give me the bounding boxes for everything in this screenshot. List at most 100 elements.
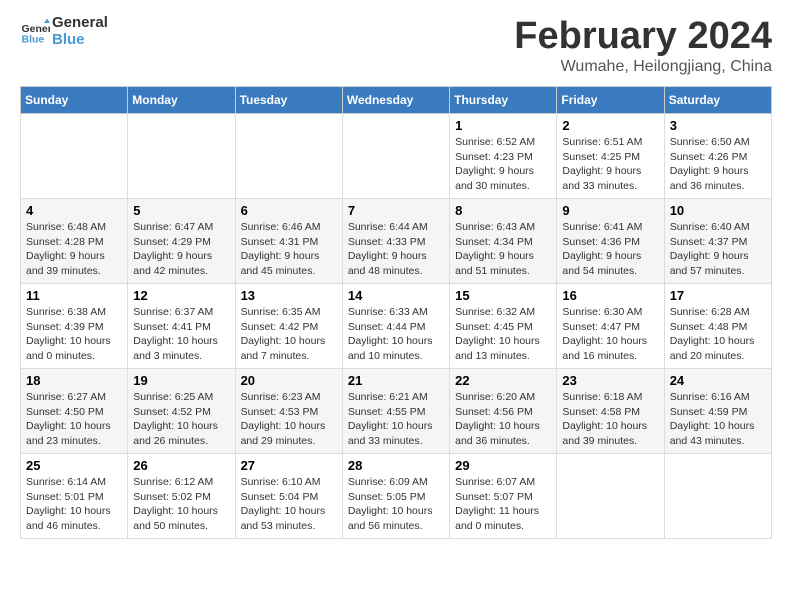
day-info: Sunrise: 6:37 AM Sunset: 4:41 PM Dayligh… [133,305,229,364]
day-number: 4 [26,203,122,218]
calendar-cell: 16Sunrise: 6:30 AM Sunset: 4:47 PM Dayli… [557,284,664,369]
logo-blue: Blue [52,32,108,49]
calendar-cell: 13Sunrise: 6:35 AM Sunset: 4:42 PM Dayli… [235,284,342,369]
calendar-cell: 3Sunrise: 6:50 AM Sunset: 4:26 PM Daylig… [664,114,771,199]
calendar-cell: 6Sunrise: 6:46 AM Sunset: 4:31 PM Daylig… [235,199,342,284]
day-number: 10 [670,203,766,218]
calendar-cell: 10 Sunrise: 6:40 AM Sunset: 4:37 PM Dayli… [664,199,771,284]
day-number: 1 [455,118,551,133]
day-info: Sunrise: 6:40 AM Sunset: 4:37 PM Dayligh… [670,220,766,279]
calendar-cell: 27 Sunrise: 6:10 AM Sunset: 5:04 PM Dayli… [235,454,342,539]
calendar-cell: 4 Sunrise: 6:48 AM Sunset: 4:28 PM Daylig… [21,199,128,284]
day-info: Sunrise: 6:30 AM Sunset: 4:47 PM Dayligh… [562,305,658,364]
day-number: 23 [562,373,658,388]
calendar-cell: 1 Sunrise: 6:52 AM Sunset: 4:23 PM Daylig… [450,114,557,199]
calendar-cell: 9Sunrise: 6:41 AM Sunset: 4:36 PM Daylig… [557,199,664,284]
day-info: Sunrise: 6:18 AM Sunset: 4:58 PM Dayligh… [562,390,658,449]
day-info: Sunrise: 6:21 AM Sunset: 4:55 PM Dayligh… [348,390,444,449]
day-info: Sunrise: 6:27 AM Sunset: 4:50 PM Dayligh… [26,390,122,449]
calendar-week-3: 11 Sunrise: 6:38 AM Sunset: 4:39 PM Dayli… [21,284,772,369]
day-info: Sunrise: 6:47 AM Sunset: 4:29 PM Dayligh… [133,220,229,279]
day-number: 24 [670,373,766,388]
day-info: Sunrise: 6:33 AM Sunset: 4:44 PM Dayligh… [348,305,444,364]
header-day-saturday: Saturday [664,87,771,114]
day-number: 25 [26,458,122,473]
calendar-cell [557,454,664,539]
calendar-cell: 14 Sunrise: 6:33 AM Sunset: 4:44 PM Dayli… [342,284,449,369]
day-number: 19 [133,373,229,388]
day-number: 2 [562,118,658,133]
day-number: 18 [26,373,122,388]
calendar-cell: 11 Sunrise: 6:38 AM Sunset: 4:39 PM Dayli… [21,284,128,369]
page: General Blue General Blue February 2024 … [0,0,792,554]
day-info: Sunrise: 6:12 AM Sunset: 5:02 PM Dayligh… [133,475,229,534]
day-number: 20 [241,373,337,388]
header-day-wednesday: Wednesday [342,87,449,114]
day-number: 9 [562,203,658,218]
calendar-cell: 24 Sunrise: 6:16 AM Sunset: 4:59 PM Dayli… [664,369,771,454]
day-number: 15 [455,288,551,303]
calendar-cell: 29Sunrise: 6:07 AM Sunset: 5:07 PM Dayli… [450,454,557,539]
day-number: 22 [455,373,551,388]
day-number: 7 [348,203,444,218]
day-info: Sunrise: 6:50 AM Sunset: 4:26 PM Dayligh… [670,135,766,194]
day-info: Sunrise: 6:20 AM Sunset: 4:56 PM Dayligh… [455,390,551,449]
calendar-cell [342,114,449,199]
calendar-cell: 19 Sunrise: 6:25 AM Sunset: 4:52 PM Dayli… [128,369,235,454]
day-number: 17 [670,288,766,303]
calendar-cell: 15 Sunrise: 6:32 AM Sunset: 4:45 PM Dayli… [450,284,557,369]
header-day-sunday: Sunday [21,87,128,114]
day-info: Sunrise: 6:09 AM Sunset: 5:05 PM Dayligh… [348,475,444,534]
day-info: Sunrise: 6:14 AM Sunset: 5:01 PM Dayligh… [26,475,122,534]
calendar-table: SundayMondayTuesdayWednesdayThursdayFrid… [20,86,772,539]
logo: General Blue General Blue [20,15,108,48]
calendar-cell [235,114,342,199]
header: General Blue General Blue February 2024 … [20,15,772,76]
calendar-cell: 28 Sunrise: 6:09 AM Sunset: 5:05 PM Dayli… [342,454,449,539]
day-info: Sunrise: 6:10 AM Sunset: 5:04 PM Dayligh… [241,475,337,534]
calendar-cell: 8 Sunrise: 6:43 AM Sunset: 4:34 PM Daylig… [450,199,557,284]
day-info: Sunrise: 6:48 AM Sunset: 4:28 PM Dayligh… [26,220,122,279]
calendar-cell: 17 Sunrise: 6:28 AM Sunset: 4:48 PM Dayli… [664,284,771,369]
day-number: 14 [348,288,444,303]
day-info: Sunrise: 6:38 AM Sunset: 4:39 PM Dayligh… [26,305,122,364]
calendar-cell: 23 Sunrise: 6:18 AM Sunset: 4:58 PM Dayli… [557,369,664,454]
day-number: 27 [241,458,337,473]
day-info: Sunrise: 6:35 AM Sunset: 4:42 PM Dayligh… [241,305,337,364]
day-number: 29 [455,458,551,473]
main-title: February 2024 [514,15,772,58]
day-info: Sunrise: 6:25 AM Sunset: 4:52 PM Dayligh… [133,390,229,449]
calendar-week-2: 4 Sunrise: 6:48 AM Sunset: 4:28 PM Daylig… [21,199,772,284]
title-block: February 2024 Wumahe, Heilongjiang, Chin… [514,15,772,76]
calendar-cell: 25 Sunrise: 6:14 AM Sunset: 5:01 PM Dayli… [21,454,128,539]
calendar-cell: 18 Sunrise: 6:27 AM Sunset: 4:50 PM Dayli… [21,369,128,454]
calendar-header-row: SundayMondayTuesdayWednesdayThursdayFrid… [21,87,772,114]
calendar-cell: 5Sunrise: 6:47 AM Sunset: 4:29 PM Daylig… [128,199,235,284]
day-info: Sunrise: 6:52 AM Sunset: 4:23 PM Dayligh… [455,135,551,194]
day-info: Sunrise: 6:44 AM Sunset: 4:33 PM Dayligh… [348,220,444,279]
calendar-cell: 7 Sunrise: 6:44 AM Sunset: 4:33 PM Daylig… [342,199,449,284]
day-info: Sunrise: 6:28 AM Sunset: 4:48 PM Dayligh… [670,305,766,364]
calendar-cell: 12 Sunrise: 6:37 AM Sunset: 4:41 PM Dayli… [128,284,235,369]
day-number: 28 [348,458,444,473]
day-info: Sunrise: 6:16 AM Sunset: 4:59 PM Dayligh… [670,390,766,449]
calendar-cell [664,454,771,539]
day-number: 21 [348,373,444,388]
header-day-monday: Monday [128,87,235,114]
logo-icon: General Blue [20,17,50,47]
header-day-friday: Friday [557,87,664,114]
day-number: 8 [455,203,551,218]
header-day-tuesday: Tuesday [235,87,342,114]
calendar-week-5: 25 Sunrise: 6:14 AM Sunset: 5:01 PM Dayli… [21,454,772,539]
calendar-cell [128,114,235,199]
logo-general: General [52,15,108,32]
calendar-week-1: 1 Sunrise: 6:52 AM Sunset: 4:23 PM Daylig… [21,114,772,199]
header-day-thursday: Thursday [450,87,557,114]
day-info: Sunrise: 6:51 AM Sunset: 4:25 PM Dayligh… [562,135,658,194]
calendar-cell [21,114,128,199]
day-number: 11 [26,288,122,303]
calendar-body: 1 Sunrise: 6:52 AM Sunset: 4:23 PM Daylig… [21,114,772,539]
day-number: 12 [133,288,229,303]
day-info: Sunrise: 6:43 AM Sunset: 4:34 PM Dayligh… [455,220,551,279]
day-info: Sunrise: 6:32 AM Sunset: 4:45 PM Dayligh… [455,305,551,364]
